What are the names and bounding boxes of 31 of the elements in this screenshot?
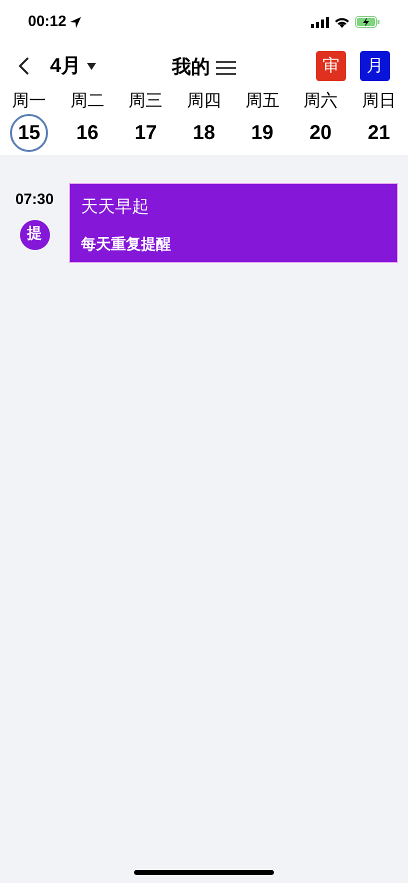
event-card[interactable]: 天天早起 每天重复提醒	[69, 183, 398, 263]
date-button[interactable]: 19	[243, 114, 282, 152]
battery-charging-icon	[355, 16, 380, 28]
weekday-label: 周二	[70, 90, 104, 112]
event-time: 07:30	[15, 190, 54, 210]
date-button[interactable]: 15	[10, 114, 48, 152]
weekday-label: 周四	[186, 90, 221, 112]
weekday-label: 周五	[245, 90, 280, 112]
date-button[interactable]: 16	[68, 114, 106, 152]
event-title: 天天早起	[81, 196, 150, 218]
month-dropdown[interactable]: 4月	[50, 51, 96, 81]
date-button[interactable]: 20	[302, 114, 340, 152]
reminder-badge: 提	[20, 220, 50, 250]
date-button[interactable]: 17	[126, 114, 165, 152]
menu-icon[interactable]	[216, 61, 236, 76]
location-arrow-icon	[70, 16, 82, 28]
weekday-label: 周一	[12, 90, 46, 112]
date-button[interactable]: 18	[184, 114, 223, 152]
calendar-title[interactable]: 我的	[172, 54, 210, 82]
signal-icon	[311, 16, 329, 28]
wifi-icon	[334, 16, 350, 28]
caret-icon	[87, 62, 96, 70]
weekday-label: 周三	[128, 90, 163, 112]
view-button[interactable]: 月	[360, 51, 390, 81]
weekday-label: 周六	[304, 90, 338, 112]
back-chevron-icon[interactable]	[18, 57, 30, 75]
event-subtitle: 每天重复提醒	[81, 234, 172, 254]
date-button[interactable]: 21	[360, 114, 398, 152]
view-button[interactable]: 审	[316, 51, 346, 81]
status-time: 00:12	[28, 12, 66, 32]
weekday-label: 周日	[362, 90, 396, 112]
